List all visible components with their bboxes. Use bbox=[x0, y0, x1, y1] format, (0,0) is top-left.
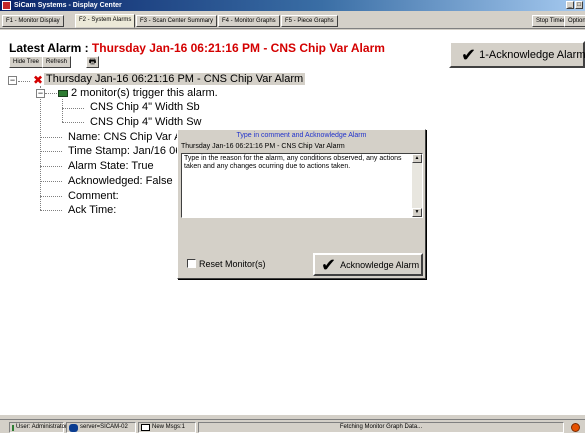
tree-monitors-node[interactable]: 2 monitor(s) trigger this alarm. bbox=[71, 87, 218, 99]
acknowledge-alarm-button[interactable]: ✔ 1-Acknowledge Alarm bbox=[449, 41, 585, 68]
minimize-button[interactable]: _ bbox=[566, 1, 574, 9]
tab-monitor-graphs[interactable]: F4 - Monitor Graphs bbox=[218, 15, 280, 27]
status-text: Fetching Monitor Graph Data... bbox=[339, 424, 423, 430]
tree-connector bbox=[40, 181, 62, 182]
printer-icon: 🖶 bbox=[88, 57, 97, 66]
server-icon bbox=[69, 423, 78, 432]
scroll-down-arrow-icon[interactable]: ▼ bbox=[412, 208, 422, 217]
print-button[interactable]: 🖶 bbox=[86, 56, 99, 68]
dialog-subtitle: Thursday Jan-16 06:21:16 PM - CNS Chip V… bbox=[181, 143, 345, 150]
tab-monitor-display[interactable]: F1 - Monitor Display bbox=[2, 15, 64, 27]
tree-connector bbox=[62, 108, 84, 109]
status-server-panel: server=SICAM-02 bbox=[66, 422, 136, 433]
latest-alarm-label: Latest Alarm : bbox=[9, 41, 89, 55]
alert-icon[interactable] bbox=[571, 423, 580, 432]
scroll-up-arrow-icon[interactable]: ▲ bbox=[412, 154, 422, 163]
tree-connector bbox=[40, 137, 62, 138]
tree-connector bbox=[40, 166, 62, 167]
tree-monitor-item[interactable]: CNS Chip 4" Width Sb bbox=[90, 101, 200, 113]
tree-connector bbox=[18, 81, 30, 82]
window-controls: _ □ bbox=[566, 1, 583, 9]
refresh-button[interactable]: Refresh bbox=[42, 56, 72, 68]
status-server: server=SICAM-02 bbox=[80, 424, 128, 430]
status-user-panel: User: Administrator bbox=[9, 422, 68, 433]
window-title: SiCam Systems - Display Center bbox=[14, 2, 122, 9]
latest-alarm-value: Thursday Jan-16 06:21:16 PM - CNS Chip V… bbox=[91, 41, 385, 55]
title-bar: SiCam Systems - Display Center _ □ bbox=[0, 0, 585, 11]
maximize-button[interactable]: □ bbox=[575, 1, 583, 9]
tab-bar: F1 - Monitor Display F2 - System Alarms … bbox=[0, 13, 585, 29]
tab-system-alarms[interactable]: F2 - System Alarms bbox=[75, 14, 136, 28]
acknowledge-alarm-label: 1-Acknowledge Alarm bbox=[479, 48, 585, 61]
tree-connector bbox=[40, 86, 41, 210]
check-icon: ✔ bbox=[461, 44, 477, 65]
tab-scan-center-summary[interactable]: F3 - Scan Center Summary bbox=[136, 15, 218, 27]
comment-scrollbar[interactable]: ▲ ▼ bbox=[412, 154, 422, 217]
tree-alarm-state[interactable]: Alarm State: True bbox=[68, 160, 154, 172]
signal-bars-icon bbox=[12, 424, 14, 431]
collapse-root-toggle[interactable]: − bbox=[8, 76, 17, 85]
latest-alarm-header: Latest Alarm : Thursday Jan-16 06:21:16 … bbox=[9, 41, 385, 55]
dialog-acknowledge-button[interactable]: ✔ Acknowledge Alarm bbox=[313, 253, 423, 276]
tab-piece-graphs[interactable]: F5 - Piece Graphs bbox=[281, 15, 338, 27]
alarm-x-icon: ✖ bbox=[33, 73, 44, 87]
check-icon: ✔ bbox=[321, 254, 337, 275]
comment-textarea[interactable]: Type in the reason for the alarm, any co… bbox=[181, 153, 423, 218]
tree-comment[interactable]: Comment: bbox=[68, 190, 119, 202]
tree-connector bbox=[62, 99, 63, 122]
monitor-icon bbox=[58, 90, 68, 97]
status-bar: User: Administrator server=SICAM-02 New … bbox=[0, 419, 585, 433]
tree-root-alarm[interactable]: Thursday Jan-16 06:21:16 PM - CNS Chip V… bbox=[44, 73, 306, 85]
status-messages: New Msgs:1 bbox=[152, 424, 186, 430]
acknowledge-dialog: Type in comment and Acknowledge Alarm Th… bbox=[177, 129, 426, 279]
reset-monitors-label: Reset Monitor(s) bbox=[199, 259, 266, 269]
tree-connector bbox=[62, 122, 84, 123]
dialog-title: Type in comment and Acknowledge Alarm bbox=[236, 132, 367, 139]
dialog-acknowledge-label: Acknowledge Alarm bbox=[340, 259, 420, 270]
tree-monitor-item[interactable]: CNS Chip 4" Width Sw bbox=[90, 116, 202, 128]
tree-connector bbox=[40, 151, 62, 152]
tree-ack-time[interactable]: Ack Time: bbox=[68, 204, 116, 216]
collapse-monitors-toggle[interactable]: − bbox=[36, 89, 45, 98]
tree-connector bbox=[40, 196, 62, 197]
message-icon bbox=[141, 424, 150, 431]
status-user: User: Administrator bbox=[16, 424, 68, 430]
app-icon bbox=[2, 1, 11, 10]
tree-connector bbox=[45, 93, 57, 94]
tree-connector bbox=[40, 210, 62, 211]
options-button[interactable]: Options bbox=[564, 15, 585, 27]
status-messages-panel[interactable]: New Msgs:1 bbox=[138, 422, 196, 433]
hide-tree-button[interactable]: Hide Tree bbox=[9, 56, 44, 68]
tree-acknowledged[interactable]: Acknowledged: False bbox=[68, 175, 173, 187]
status-text-panel: Fetching Monitor Graph Data... bbox=[198, 422, 564, 433]
reset-monitors-checkbox[interactable] bbox=[187, 259, 196, 268]
